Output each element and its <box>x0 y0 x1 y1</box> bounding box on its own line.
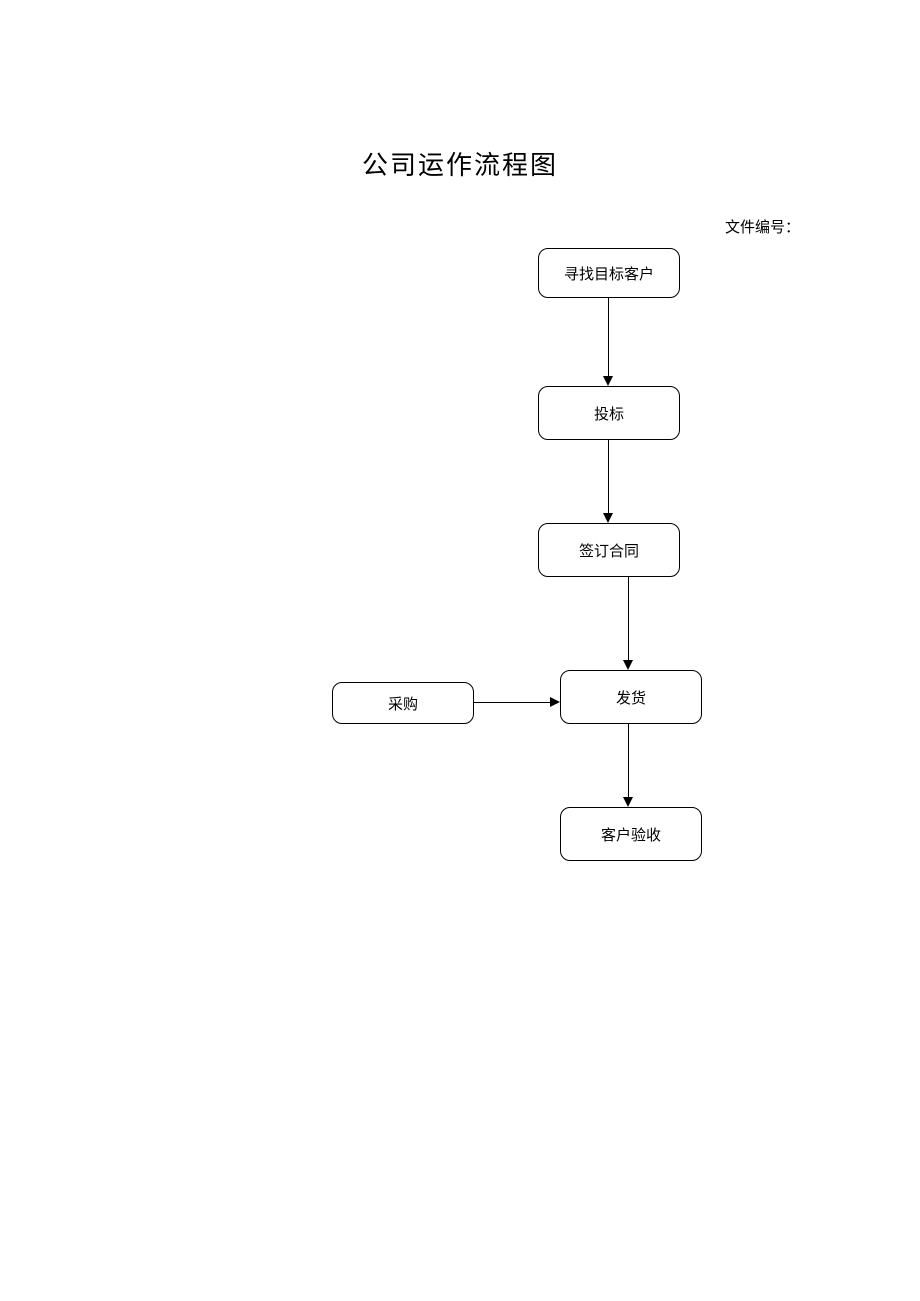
arrowhead-down-icon <box>603 513 613 523</box>
node-contract: 签订合同 <box>538 523 680 577</box>
node-procure: 采购 <box>332 682 474 724</box>
node-bid: 投标 <box>538 386 680 440</box>
node-ship: 发货 <box>560 670 702 724</box>
node-acceptance: 客户验收 <box>560 807 702 861</box>
arrowhead-down-icon <box>603 376 613 386</box>
node-label: 投标 <box>594 403 624 424</box>
arrow <box>608 298 609 378</box>
arrow <box>628 577 629 662</box>
node-label: 客户验收 <box>601 824 661 845</box>
node-label: 发货 <box>616 687 646 708</box>
arrow <box>628 724 629 799</box>
arrowhead-right-icon <box>550 697 560 707</box>
node-label: 签订合同 <box>579 540 639 561</box>
arrowhead-down-icon <box>623 797 633 807</box>
arrowhead-down-icon <box>623 660 633 670</box>
arrow <box>608 440 609 515</box>
doc-number-label: 文件编号： <box>725 216 800 237</box>
node-label: 采购 <box>388 693 418 714</box>
arrow <box>474 702 551 703</box>
node-label: 寻找目标客户 <box>564 263 654 284</box>
page-title: 公司运作流程图 <box>0 145 920 182</box>
node-find-customer: 寻找目标客户 <box>538 248 680 298</box>
